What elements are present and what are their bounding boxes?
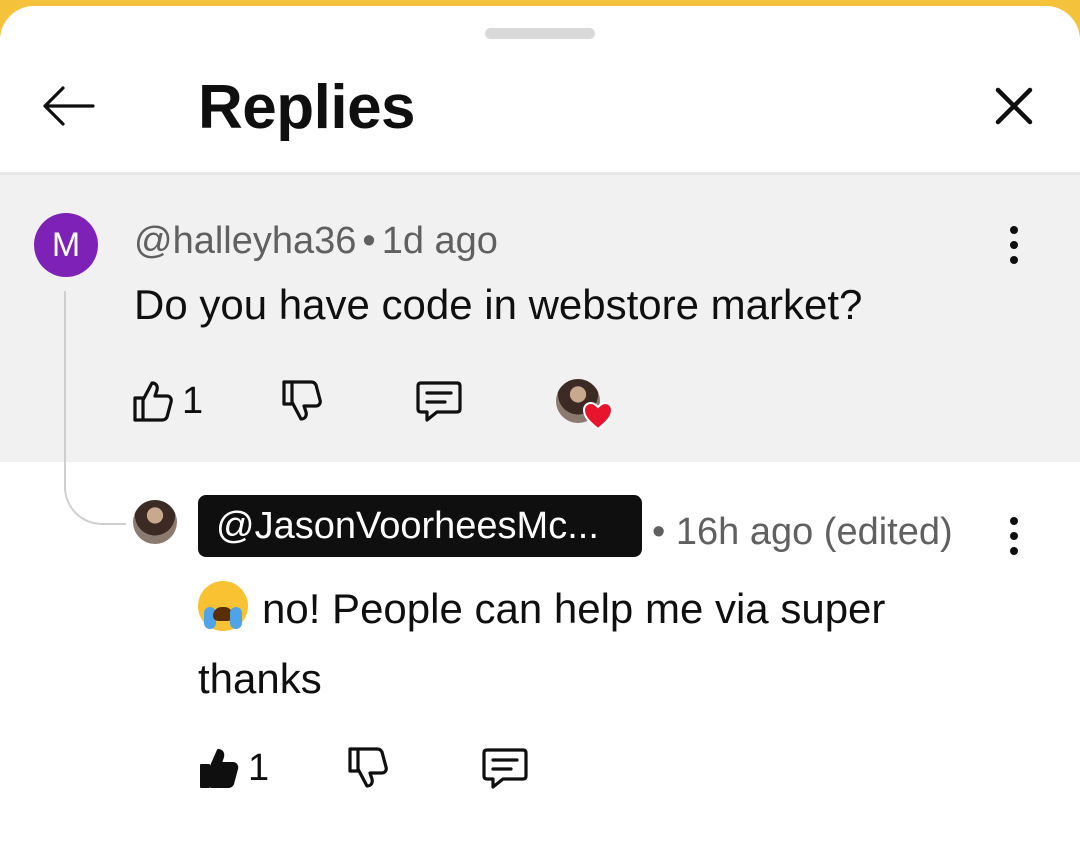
comment-actions: 1 [132, 379, 463, 423]
comment-time: 16h ago (edited) [675, 511, 953, 553]
heart-icon [582, 401, 614, 431]
comment-meta: • 16h ago (edited) [652, 508, 953, 556]
thumbs-up-filled-icon [200, 749, 239, 788]
more-vert-dot [1010, 532, 1018, 540]
replies-header: Replies [0, 46, 1080, 172]
reply-author-chip[interactable]: @JasonVoorheesMc... [198, 495, 642, 557]
replies-sheet: Replies M @halleyha36 • 1d ago Do you have… [0, 6, 1080, 845]
thumbs-up-icon [133, 381, 173, 422]
more-vert-icon [1010, 517, 1018, 525]
dislike-button[interactable] [347, 746, 389, 790]
arrow-left-icon [43, 86, 95, 126]
more-vert-dot [1010, 241, 1018, 249]
reply-comment: @JasonVoorheesMc... • 16h ago (edited) n… [0, 462, 1080, 845]
reply-button[interactable] [481, 746, 529, 790]
like-count: 1 [248, 747, 270, 789]
reply-button[interactable] [415, 379, 463, 423]
more-options-button[interactable] [994, 215, 1034, 275]
more-vert-icon [1010, 226, 1018, 234]
more-options-button[interactable] [994, 506, 1034, 566]
avatar[interactable]: M [34, 213, 98, 277]
comment-time: 1d ago [381, 220, 498, 262]
page-title: Replies [198, 73, 416, 142]
creator-heart-badge[interactable] [556, 379, 616, 435]
loudly-crying-face-emoji [198, 581, 248, 631]
like-button[interactable]: 1 [132, 379, 203, 423]
avatar[interactable] [133, 500, 177, 544]
meta-separator: • [652, 511, 666, 553]
parent-comment: M @halleyha36 • 1d ago Do you have code in… [0, 175, 1080, 462]
reply-actions: 1 [198, 746, 529, 790]
more-vert-dot [1010, 256, 1018, 264]
drag-handle[interactable] [485, 28, 595, 39]
comment-icon [482, 748, 528, 789]
reply-text: no! People can help me via super thanks [198, 574, 1018, 714]
dislike-button[interactable] [281, 379, 323, 423]
comment-text: Do you have code in webstore market? [134, 281, 863, 328]
like-count: 1 [182, 380, 204, 422]
close-icon [995, 87, 1033, 125]
thumbs-down-icon [282, 380, 322, 421]
comment-author[interactable]: @halleyha36 [134, 220, 356, 262]
comment-icon [416, 381, 462, 422]
meta-separator: • [362, 220, 376, 262]
back-button[interactable] [36, 74, 100, 138]
close-button[interactable] [982, 74, 1046, 138]
reply-body: no! People can help me via super thanks [198, 585, 886, 702]
more-vert-dot [1010, 547, 1018, 555]
thumbs-down-icon [348, 747, 388, 788]
like-button[interactable]: 1 [198, 746, 269, 790]
comment-meta: @halleyha36 • 1d ago [134, 217, 498, 265]
